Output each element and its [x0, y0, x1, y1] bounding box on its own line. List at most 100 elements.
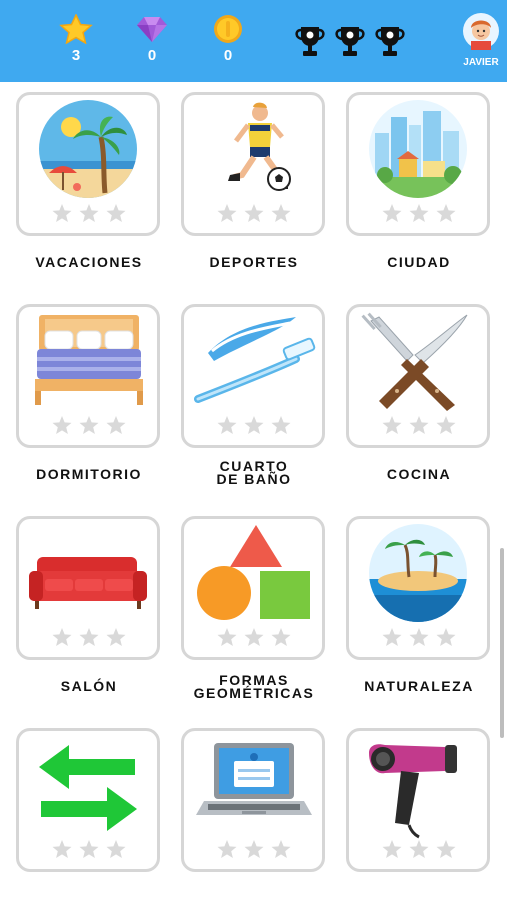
category-card-dormitorio[interactable]	[16, 304, 160, 448]
rating-star-icon	[79, 628, 99, 646]
rating-star-icon	[79, 204, 99, 222]
rating-star-icon	[106, 628, 126, 646]
laptop-icon	[196, 743, 312, 815]
category-label: FORMAS GEOMÉTRICAS	[179, 673, 329, 701]
star-rating	[381, 839, 461, 861]
category-card-salon[interactable]	[16, 516, 160, 660]
rating-star-icon	[52, 628, 72, 646]
category-label: COCINA	[386, 466, 452, 482]
rating-star-icon	[409, 840, 429, 858]
rating-star-icon	[244, 204, 264, 222]
category-label-line: DE BAÑO	[216, 471, 292, 487]
arrows-icon	[39, 745, 137, 831]
rating-star-icon	[382, 416, 402, 434]
category-grid: VACACIONES DEPORTES CIUDAD DORMITORIO CU…	[0, 82, 507, 900]
category-label: SALÓN	[60, 678, 118, 694]
category-card-naturaleza[interactable]	[346, 516, 490, 660]
rating-star-icon	[79, 416, 99, 434]
star-rating	[51, 203, 131, 225]
stars-count: 3	[71, 47, 81, 64]
star-rating	[51, 415, 131, 437]
bed-icon	[35, 315, 143, 405]
category-card-vacaciones[interactable]	[16, 92, 160, 236]
city-icon	[369, 100, 467, 198]
coin-icon	[214, 15, 242, 43]
rating-star-icon	[244, 840, 264, 858]
beach-icon	[39, 100, 137, 198]
rating-star-icon	[436, 416, 456, 434]
hair-dryer-icon	[369, 744, 457, 839]
gems-counter: 0	[132, 14, 172, 64]
coins-count: 0	[223, 47, 233, 64]
trophy-icon	[295, 27, 325, 56]
rating-star-icon	[52, 204, 72, 222]
rating-star-icon	[244, 628, 264, 646]
rating-star-icon	[382, 840, 402, 858]
island-icon	[369, 524, 467, 622]
rating-star-icon	[409, 416, 429, 434]
stars-counter: 3	[56, 14, 96, 64]
avatar	[463, 13, 499, 50]
category-card-ciudad[interactable]	[346, 92, 490, 236]
category-label: CIUDAD	[387, 254, 451, 270]
rating-star-icon	[436, 628, 456, 646]
rating-star-icon	[409, 628, 429, 646]
rating-star-icon	[271, 628, 291, 646]
category-card-formas-geometricas[interactable]	[181, 516, 325, 660]
rating-star-icon	[52, 840, 72, 858]
category-card-cuarto-de-bano[interactable]	[181, 304, 325, 448]
category-label: VACACIONES	[35, 254, 143, 270]
rating-star-icon	[106, 204, 126, 222]
rating-star-icon	[106, 416, 126, 434]
scrollbar[interactable]	[500, 548, 504, 738]
category-label: DEPORTES	[209, 254, 299, 270]
trophy-icon	[335, 27, 365, 56]
rating-star-icon	[271, 840, 291, 858]
gems-count: 0	[147, 47, 157, 64]
star-rating	[216, 627, 296, 649]
star-rating	[381, 415, 461, 437]
user-name: JAVIER	[463, 57, 499, 68]
category-label: CUARTO DE BAÑO	[179, 459, 329, 487]
rating-star-icon	[79, 840, 99, 858]
star-rating	[51, 839, 131, 861]
soccer-player-icon	[228, 102, 291, 191]
rating-star-icon	[382, 204, 402, 222]
star-rating	[381, 203, 461, 225]
rating-star-icon	[244, 416, 264, 434]
category-card-technology[interactable]	[181, 728, 325, 872]
category-label: DORMITORIO	[36, 466, 142, 482]
rating-star-icon	[217, 204, 237, 222]
category-card-opposites[interactable]	[16, 728, 160, 872]
rating-star-icon	[217, 840, 237, 858]
star-rating	[51, 627, 131, 649]
rating-star-icon	[106, 840, 126, 858]
rating-star-icon	[217, 416, 237, 434]
category-card-deportes[interactable]	[181, 92, 325, 236]
rating-star-icon	[52, 416, 72, 434]
star-rating	[216, 203, 296, 225]
category-card-personal-care[interactable]	[346, 728, 490, 872]
gem-icon	[137, 17, 167, 42]
trophy-icon	[375, 27, 405, 56]
rating-star-icon	[217, 628, 237, 646]
rating-star-icon	[271, 204, 291, 222]
category-label-line: GEOMÉTRICAS	[193, 685, 315, 701]
rating-star-icon	[271, 416, 291, 434]
category-label: NATURALEZA	[364, 678, 474, 694]
top-bar: 3 0 0 JAVIER	[0, 0, 507, 82]
rating-star-icon	[409, 204, 429, 222]
star-rating	[216, 839, 296, 861]
category-card-cocina[interactable]	[346, 304, 490, 448]
star-rating	[216, 415, 296, 437]
coins-counter: 0	[208, 14, 248, 64]
shapes-icon	[197, 525, 310, 620]
sofa-icon	[29, 557, 147, 609]
rating-star-icon	[382, 628, 402, 646]
user-profile-button[interactable]: JAVIER	[458, 12, 504, 68]
rating-star-icon	[436, 840, 456, 858]
toothbrush-icon	[194, 317, 316, 403]
star-icon	[59, 14, 93, 44]
star-rating	[381, 627, 461, 649]
rating-star-icon	[436, 204, 456, 222]
